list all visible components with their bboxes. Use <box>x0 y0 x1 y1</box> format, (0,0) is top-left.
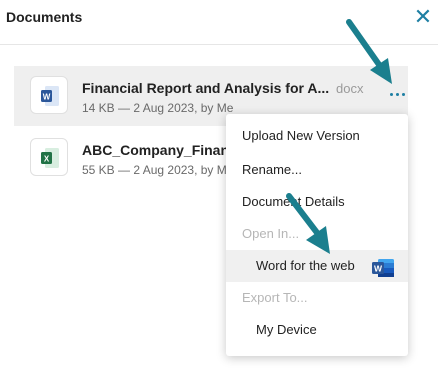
close-icon[interactable]: ✕ <box>410 4 436 30</box>
file-extension: docx <box>336 81 364 96</box>
menu-section-open-in: Open In... <box>242 226 300 241</box>
menu-item-rename[interactable]: Rename... <box>226 154 408 186</box>
svg-text:W: W <box>374 264 383 274</box>
file-meta: 14 KB — 2 Aug 2023, by Me <box>82 101 234 115</box>
documents-panel: Documents ✕ W Financial Report and Analy… <box>0 0 438 373</box>
svg-text:W: W <box>43 93 51 102</box>
menu-item-document-details[interactable]: Document Details <box>226 186 408 218</box>
panel-header: Documents ✕ <box>0 0 438 45</box>
menu-item-upload-new-version[interactable]: Upload New Version <box>226 120 408 152</box>
svg-text:X: X <box>44 155 50 164</box>
context-menu: Upload New Version Rename... Document De… <box>226 114 408 356</box>
more-options-icon[interactable] <box>386 88 408 102</box>
file-name[interactable]: Financial Report and Analysis for A... <box>82 80 329 96</box>
excel-file-icon: X <box>30 138 68 176</box>
panel-title: Documents <box>6 9 83 25</box>
file-meta: 55 KB — 2 Aug 2023, by M <box>82 163 227 177</box>
menu-item-my-device[interactable]: My Device <box>226 314 408 346</box>
menu-section-export-to: Export To... <box>242 290 308 305</box>
menu-item-word-for-the-web[interactable]: Word for the web W <box>226 250 408 282</box>
word-file-icon: W <box>30 76 68 114</box>
file-name[interactable]: ABC_Company_Finan <box>82 142 229 158</box>
